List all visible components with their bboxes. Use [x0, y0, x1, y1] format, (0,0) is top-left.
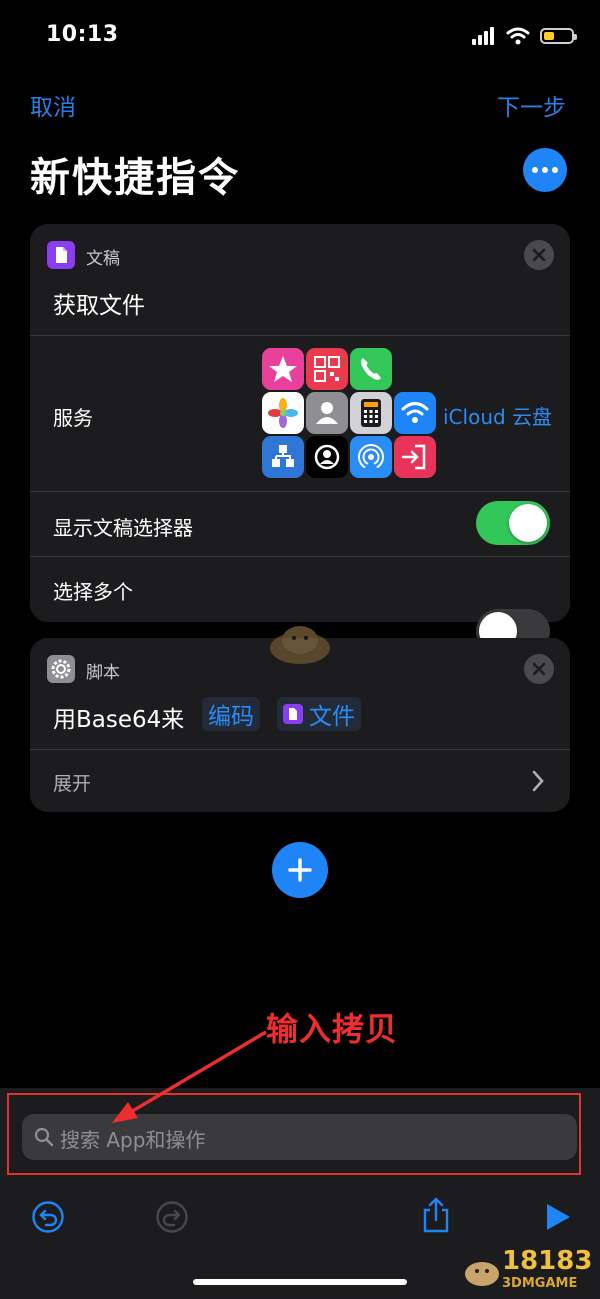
home-indicator [193, 1279, 407, 1285]
battery-icon [540, 28, 577, 44]
add-action-button[interactable] [272, 842, 328, 898]
close-icon [532, 662, 546, 676]
divider [30, 556, 570, 557]
qr-code-icon [306, 348, 348, 390]
calculator-icon [350, 392, 392, 434]
service-label: 服务 [53, 406, 93, 430]
page-title: 新快捷指令 [30, 155, 240, 201]
action-title: 用Base64来 [53, 707, 185, 733]
watermark-logo: 18183 3DMGAME [462, 1238, 593, 1294]
show-picker-label: 显示文稿选择器 [53, 516, 193, 540]
action-category-label: 文稿 [86, 249, 120, 269]
chevron-right-icon[interactable] [531, 769, 545, 793]
more-options-button[interactable] [523, 148, 567, 192]
expand-label[interactable]: 展开 [53, 769, 91, 796]
watermark-brand: 18183 [502, 1246, 593, 1276]
cellular-signal-icon [472, 27, 494, 45]
annotation-label: 输入拷贝 [266, 1010, 399, 1048]
status-time: 10:13 [46, 22, 119, 47]
watermark-sub: 3DMGAME [502, 1276, 578, 1291]
redo-icon[interactable] [155, 1200, 189, 1234]
file-variable-token[interactable]: 文件 [277, 697, 361, 731]
contacts-icon [306, 392, 348, 434]
close-icon [532, 248, 546, 262]
undo-icon[interactable] [31, 1200, 65, 1234]
gear-icon [47, 655, 75, 683]
account-icon [306, 436, 348, 478]
status-icons [472, 24, 577, 48]
itunes-star-icon [262, 348, 304, 390]
share-icon[interactable] [421, 1196, 451, 1234]
annotation-arrow-icon [112, 1030, 267, 1123]
phone-icon [350, 348, 392, 390]
next-button[interactable]: 下一步 [497, 88, 566, 122]
document-icon [283, 704, 303, 724]
show-picker-toggle[interactable] [476, 501, 550, 545]
ellipsis-icon [532, 167, 538, 173]
encode-mode-token[interactable]: 编码 [202, 697, 260, 731]
annotation-highlight-box [7, 1093, 581, 1175]
play-icon[interactable] [544, 1202, 572, 1232]
document-icon [47, 241, 75, 269]
divider [30, 491, 570, 492]
wifi-app-icon [394, 392, 436, 434]
wifi-icon [506, 27, 530, 45]
plus-icon [288, 858, 312, 882]
action-title: 获取文件 [53, 293, 145, 319]
airdrop-icon [350, 436, 392, 478]
action-category-label: 脚本 [86, 663, 120, 683]
divider [30, 335, 570, 336]
watermark-mascot-icon [270, 626, 330, 664]
service-value-link[interactable]: iCloud 云盘 [443, 401, 552, 430]
encode-mode-label: 编码 [208, 704, 254, 730]
cancel-button[interactable]: 取消 [30, 88, 76, 122]
remove-action-button[interactable] [524, 654, 554, 684]
watermark-mascot-icon [465, 1262, 499, 1286]
remove-action-button[interactable] [524, 240, 554, 270]
photos-icon [262, 392, 304, 434]
file-variable-label: 文件 [309, 704, 355, 730]
divider [30, 749, 570, 750]
structure-icon [262, 436, 304, 478]
sign-in-icon [394, 436, 436, 478]
select-multiple-label: 选择多个 [53, 580, 133, 604]
